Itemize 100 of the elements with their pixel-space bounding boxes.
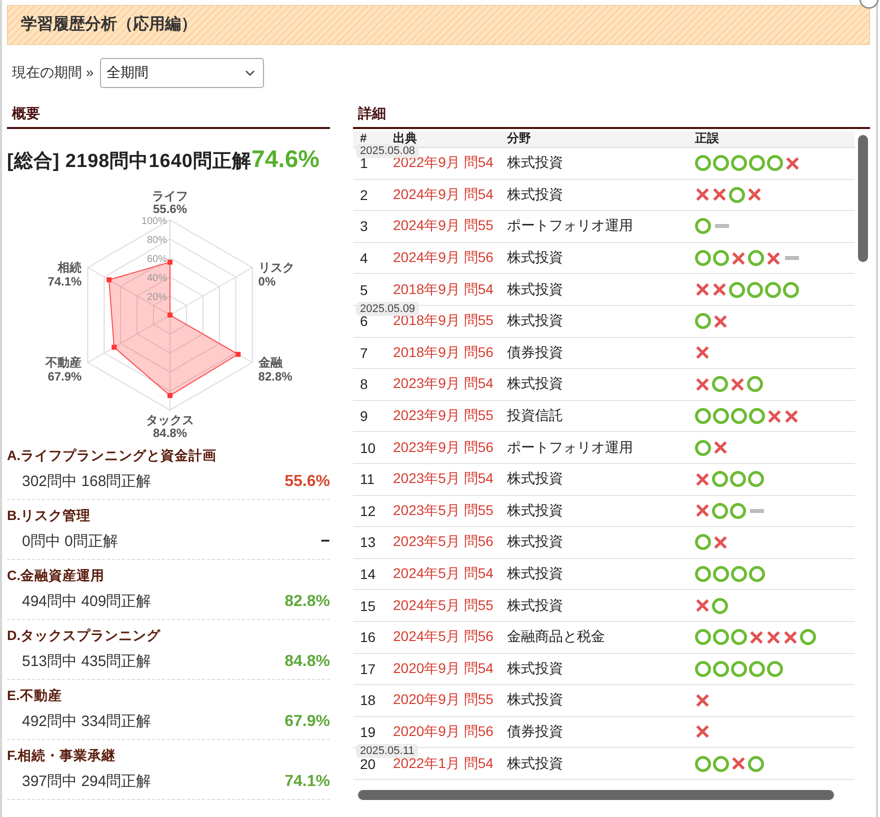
source-link[interactable]: 2024年9月 問55 — [393, 217, 494, 236]
source-link[interactable]: 2020年9月 問56 — [393, 722, 494, 741]
category-rate: 67.9% — [284, 712, 330, 732]
source-link[interactable]: 2024年5月 問55 — [393, 596, 494, 615]
circle-icon — [713, 408, 729, 424]
category-count: 494問中 409問正解 — [22, 592, 152, 612]
column-header: 正誤 — [695, 132, 719, 145]
circle-icon — [731, 629, 747, 646]
row-number: 20 — [359, 756, 376, 772]
circle-icon — [712, 598, 728, 614]
field-name: 金融商品と税金 — [507, 628, 605, 646]
circle-icon — [749, 566, 765, 582]
period-select[interactable]: 全期間 — [100, 58, 264, 88]
circle-icon — [747, 376, 763, 392]
circle-icon — [713, 756, 729, 772]
circle-icon — [713, 629, 729, 646]
source-link[interactable]: 2024年9月 問54 — [393, 186, 494, 204]
circle-icon — [730, 502, 746, 519]
axis-tick-label: 80% — [146, 235, 167, 246]
circle-icon — [765, 282, 781, 298]
row-number: 8 — [359, 376, 368, 392]
circle-icon — [713, 155, 729, 172]
row-number: 1 — [359, 155, 368, 172]
data-point — [168, 393, 172, 398]
data-point — [168, 312, 172, 318]
circle-icon — [695, 155, 711, 172]
source-link[interactable]: 2023年5月 問55 — [393, 502, 494, 520]
horizontal-scrollbar-thumb[interactable] — [358, 790, 834, 800]
circle-icon — [731, 566, 747, 582]
circle-icon — [729, 282, 745, 298]
vertical-scrollbar-thumb[interactable] — [858, 135, 868, 262]
source-link[interactable]: 2024年5月 問56 — [393, 628, 494, 646]
category-count: 492問中 334問正解 — [22, 712, 152, 732]
field-name: 株式投資 — [507, 502, 563, 520]
source-link[interactable]: 2024年9月 問56 — [393, 249, 494, 268]
circle-icon — [800, 629, 816, 646]
cross-icon — [696, 694, 709, 707]
source-link[interactable]: 2018年9月 問54 — [393, 280, 494, 299]
field-name: 債券投資 — [507, 344, 563, 362]
row-number: 2 — [359, 186, 368, 203]
field-name: 投資信託 — [507, 407, 563, 426]
circle-icon — [695, 408, 711, 424]
source-link[interactable]: 2023年9月 問54 — [393, 375, 494, 394]
circle-icon — [712, 376, 728, 392]
row-number: 3 — [359, 218, 368, 234]
axis-value: 84.8% — [152, 426, 188, 440]
circle-icon — [695, 566, 711, 582]
source-link[interactable]: 2020年9月 問55 — [393, 691, 494, 710]
axis-label: 相続 — [58, 260, 82, 274]
axis-tick-label: 100% — [141, 216, 167, 227]
axis-value: 67.9% — [48, 370, 82, 384]
axis-tick-label: 60% — [146, 254, 167, 265]
circle-icon — [695, 629, 711, 646]
source-link[interactable]: 2023年9月 問55 — [393, 407, 494, 426]
source-link[interactable]: 2023年5月 問56 — [393, 533, 494, 552]
axis-label: リスク — [258, 260, 294, 274]
circle-icon — [748, 756, 764, 772]
axis-label: 不動産 — [46, 356, 82, 370]
cross-icon — [731, 378, 744, 391]
dash-icon — [715, 224, 729, 228]
page-title: 学習履歴分析（応用編） — [21, 15, 197, 35]
category-title: A.ライフプランニングと資金計画 — [7, 447, 218, 465]
column-header: # — [359, 132, 367, 145]
axis-value: 55.6% — [152, 202, 188, 216]
axis-value: 74.1% — [48, 274, 82, 288]
category-count: 397問中 294問正解 — [22, 772, 152, 792]
circle-icon — [749, 660, 765, 677]
cross-icon — [714, 536, 727, 549]
cross-icon — [767, 630, 780, 644]
category-count: 513問中 435問正解 — [22, 652, 152, 672]
section-heading: 詳細 — [353, 100, 870, 129]
field-name: 債券投資 — [507, 722, 563, 741]
circle-icon — [695, 756, 711, 772]
cross-icon — [696, 188, 709, 202]
data-point — [168, 260, 172, 265]
source-link[interactable]: 2023年5月 問54 — [393, 470, 494, 488]
source-link[interactable]: 2018年9月 問56 — [393, 344, 494, 362]
circle-icon — [713, 250, 729, 266]
source-link[interactable]: 2023年9月 問56 — [393, 438, 494, 457]
field-name: 株式投資 — [507, 691, 563, 710]
cross-icon — [696, 346, 709, 360]
field-name: ポートフォリオ運用 — [507, 438, 633, 457]
circle-icon — [731, 408, 747, 424]
row-number: 15 — [359, 598, 376, 614]
cross-icon — [696, 725, 709, 738]
date-tag: 2025.05.09 — [356, 302, 420, 316]
circle-icon — [712, 502, 728, 519]
circle-icon — [731, 155, 747, 172]
circle-icon — [729, 186, 745, 203]
cross-icon — [750, 630, 763, 644]
axis-label: タックス — [146, 413, 194, 427]
cross-icon — [786, 156, 799, 170]
source-link[interactable]: 2020年9月 問54 — [393, 660, 494, 678]
row-number: 12 — [359, 502, 376, 519]
circle-icon — [695, 660, 711, 677]
field-name: 株式投資 — [507, 280, 563, 299]
dash-icon — [750, 508, 764, 513]
date-tag: 2025.05.11 — [356, 744, 418, 758]
source-link[interactable]: 2024年5月 問54 — [393, 565, 494, 584]
row-number: 11 — [359, 471, 375, 488]
